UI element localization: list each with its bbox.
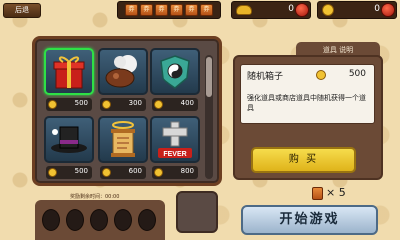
price-bar: 500	[46, 166, 92, 179]
price-bar: 800	[152, 166, 198, 179]
shop-item-gift-box[interactable]: 500	[44, 48, 94, 115]
item-slot[interactable]	[114, 209, 132, 231]
ticket-icon: 券	[185, 4, 198, 16]
ticket-icon: 券	[170, 4, 183, 16]
ticket-icon: 券	[200, 4, 213, 16]
item-slot[interactable]	[90, 209, 108, 231]
equipped-item-slot[interactable]	[176, 191, 218, 233]
shop-item-magic-hat[interactable]: 500	[44, 116, 94, 183]
coin-icon	[316, 70, 326, 80]
coin-icon	[154, 168, 163, 177]
fever-cross-icon: FEVER	[158, 121, 192, 158]
fever-label: FEVER	[163, 151, 186, 158]
price-bar: 600	[100, 166, 146, 179]
gold-ingot-icon	[236, 5, 252, 15]
item-slot[interactable]	[66, 209, 84, 231]
grid-scroll-thumb[interactable]	[206, 57, 212, 97]
ticket-count: × 5	[326, 186, 346, 199]
price-bar: 400	[152, 98, 198, 111]
buy-button[interactable]: 购 买	[251, 147, 356, 173]
coin-icon	[322, 4, 334, 16]
price-bar: 300	[100, 98, 146, 111]
item-price: 400	[180, 99, 194, 107]
coin-icon	[102, 168, 111, 177]
start-game-button[interactable]: 开始游戏	[241, 205, 378, 235]
item-tile[interactable]	[44, 48, 94, 95]
add-coin-button[interactable]	[381, 3, 395, 17]
item-price: 300	[128, 99, 142, 107]
item-tile[interactable]	[150, 48, 200, 95]
bomb-cloud-icon	[105, 55, 137, 88]
item-description: 强化道具或商店道具中随机获得一个道具	[247, 94, 366, 112]
reward-timer-label: 奖励剩余时间：00:00	[70, 194, 120, 200]
item-tile[interactable]	[98, 116, 148, 163]
item-tile[interactable]	[98, 48, 148, 95]
scroll-halo-icon	[111, 121, 135, 157]
ticket-icon	[312, 187, 323, 200]
price-bar: 500	[46, 98, 92, 111]
ticket-icon: 券	[140, 4, 153, 16]
item-tile[interactable]	[44, 116, 94, 163]
back-button[interactable]: 后退	[3, 3, 41, 18]
coin-icon	[154, 100, 163, 109]
yin-yang-shield-icon	[160, 55, 190, 89]
item-price: 500	[74, 99, 88, 107]
ticket-icon: 券	[155, 4, 168, 16]
shop-item-yin-yang-shield[interactable]: 400	[150, 48, 200, 115]
coin-icon	[48, 100, 57, 109]
item-price: 500	[74, 167, 88, 175]
item-name: 随机箱子	[247, 72, 284, 82]
shop-item-bomb-cloud[interactable]: 300	[98, 48, 148, 115]
coin-icon	[48, 168, 57, 177]
coin-value: 0	[374, 4, 380, 14]
item-price: 800	[180, 167, 194, 175]
item-slot[interactable]	[138, 209, 156, 231]
top-bar: 后退 券 券 券 券 券 券 0 0	[0, 0, 400, 22]
add-ingot-button[interactable]	[295, 3, 309, 17]
item-tile[interactable]: FEVER	[150, 116, 200, 163]
item-slot[interactable]	[42, 209, 60, 231]
gift-box-icon	[53, 56, 85, 89]
ingot-value: 0	[288, 4, 294, 14]
ticket-strip: 券 券 券 券 券 券	[117, 1, 221, 19]
shop-item-fever-cross[interactable]: FEVER 800	[150, 116, 200, 183]
magic-hat-icon	[51, 126, 87, 153]
coin-icon	[102, 100, 111, 109]
ingot-counter: 0	[231, 1, 311, 19]
coin-counter: 0	[317, 1, 397, 19]
ticket-icon: 券	[125, 4, 138, 16]
item-detail-price: 500	[348, 69, 366, 79]
item-detail-box: 随机箱子 500 强化道具或商店道具中随机获得一个道具	[240, 64, 375, 124]
item-price: 600	[128, 167, 142, 175]
shop-item-scroll-halo[interactable]: 600	[98, 116, 148, 183]
